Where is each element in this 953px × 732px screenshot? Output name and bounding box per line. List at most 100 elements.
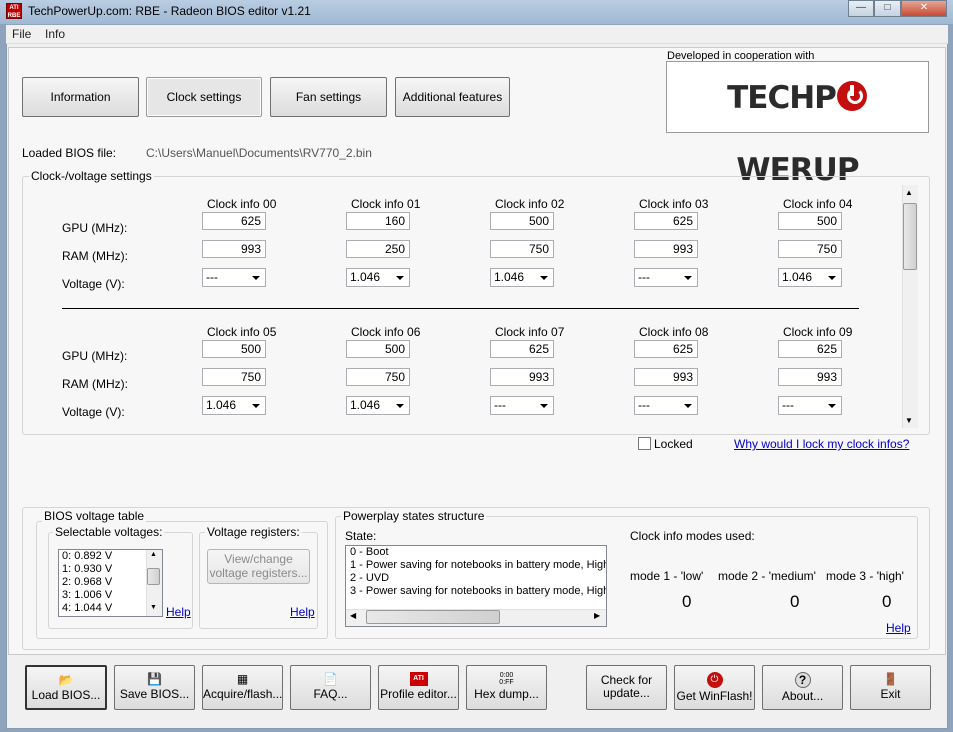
clock-info-header: Clock info 01 bbox=[351, 197, 421, 211]
window-title: TechPowerUp.com: RBE - Radeon BIOS edito… bbox=[28, 4, 311, 18]
scrollbar-thumb[interactable] bbox=[147, 568, 160, 585]
exit-icon: 🚪 bbox=[883, 672, 898, 686]
gpu-clock-input[interactable]: 625 bbox=[202, 212, 266, 230]
mode-medium-value: 0 bbox=[790, 592, 800, 611]
voltage-select[interactable]: 1.046 bbox=[490, 268, 554, 287]
locked-label: Locked bbox=[654, 437, 693, 451]
tab-additional-features[interactable]: Additional features bbox=[395, 77, 510, 117]
logo-text-left: TECHP bbox=[727, 80, 837, 116]
state-item[interactable]: 2 - UVD bbox=[346, 572, 606, 585]
profile-editor-button[interactable]: ATI Profile editor... bbox=[378, 665, 459, 710]
load-bios-label: Load BIOS... bbox=[31, 688, 101, 702]
voltage-registers-label: Voltage registers: bbox=[205, 525, 302, 539]
gpu-clock-input[interactable]: 500 bbox=[490, 212, 554, 230]
voltage-select[interactable]: --- bbox=[202, 268, 266, 287]
ram-label-2: RAM (MHz): bbox=[62, 377, 128, 391]
minimize-button[interactable]: — bbox=[848, 0, 874, 17]
mode-medium-label: mode 2 - 'medium' bbox=[718, 569, 816, 583]
voltage-select[interactable]: --- bbox=[634, 396, 698, 415]
ram-clock-input[interactable]: 993 bbox=[634, 368, 698, 386]
maximize-button[interactable]: □ bbox=[874, 0, 901, 17]
clock-info-header: Clock info 07 bbox=[495, 325, 565, 339]
state-item[interactable]: 3 - Power saving for notebooks in batter… bbox=[346, 585, 606, 598]
gpu-label-2: GPU (MHz): bbox=[62, 349, 128, 363]
voltage-select[interactable]: 1.046 bbox=[346, 396, 410, 415]
ram-clock-input[interactable]: 750 bbox=[346, 368, 410, 386]
voltage-select[interactable]: 1.046 bbox=[202, 396, 266, 415]
chip-icon: ▦ bbox=[236, 672, 249, 686]
voltages-help-link[interactable]: Help bbox=[166, 605, 191, 619]
gpu-clock-input[interactable]: 500 bbox=[202, 340, 266, 358]
tab-clock-settings[interactable]: Clock settings bbox=[146, 77, 262, 117]
voltage-label-2: Voltage (V): bbox=[62, 405, 125, 419]
hex-dump-label: Hex dump... bbox=[474, 687, 539, 701]
voltage-select[interactable]: --- bbox=[778, 396, 842, 415]
ram-clock-input[interactable]: 750 bbox=[778, 240, 842, 258]
scroll-right-icon[interactable]: ▶ bbox=[594, 611, 600, 620]
state-item[interactable]: 1 - Power saving for notebooks in batter… bbox=[346, 559, 606, 572]
gpu-clock-input[interactable]: 625 bbox=[634, 212, 698, 230]
scroll-down-icon[interactable]: ▼ bbox=[905, 416, 913, 425]
tab-fan-settings[interactable]: Fan settings bbox=[270, 77, 387, 117]
voltage-select[interactable]: --- bbox=[634, 268, 698, 287]
ram-clock-input[interactable]: 993 bbox=[490, 368, 554, 386]
tab-information[interactable]: Information bbox=[22, 77, 139, 117]
ram-clock-input[interactable]: 250 bbox=[346, 240, 410, 258]
voltage-select[interactable]: 1.046 bbox=[346, 268, 410, 287]
app-icon: ATI RBE bbox=[6, 3, 22, 19]
ram-clock-input[interactable]: 993 bbox=[778, 368, 842, 386]
hscroll-thumb[interactable] bbox=[366, 610, 500, 624]
scrollbar-thumb[interactable] bbox=[903, 203, 917, 270]
locked-checkbox[interactable] bbox=[638, 437, 651, 450]
clock-info-header: Clock info 08 bbox=[639, 325, 709, 339]
power-icon: ⏻ bbox=[706, 672, 723, 688]
scroll-up-icon[interactable]: ▲ bbox=[905, 188, 913, 197]
mode-low-label: mode 1 - 'low' bbox=[630, 569, 704, 583]
get-winflash-button[interactable]: ⏻ Get WinFlash! bbox=[674, 665, 755, 710]
clock-info-header: Clock info 06 bbox=[351, 325, 421, 339]
clock-info-header: Clock info 03 bbox=[639, 197, 709, 211]
menu-info[interactable]: Info bbox=[45, 27, 65, 41]
gpu-clock-input[interactable]: 500 bbox=[778, 212, 842, 230]
gpu-clock-input[interactable]: 500 bbox=[346, 340, 410, 358]
save-bios-button[interactable]: 💾 Save BIOS... bbox=[114, 665, 195, 710]
gpu-clock-input[interactable]: 625 bbox=[778, 340, 842, 358]
folder-icon: 📂 bbox=[58, 673, 74, 687]
question-icon: ? bbox=[794, 672, 811, 688]
ram-clock-input[interactable]: 993 bbox=[202, 240, 266, 258]
ram-clock-input[interactable]: 750 bbox=[490, 240, 554, 258]
check-update-button[interactable]: Check for update... bbox=[586, 665, 667, 710]
voltage-select[interactable]: 1.046 bbox=[778, 268, 842, 287]
registers-help-link[interactable]: Help bbox=[290, 605, 315, 619]
floppy-icon: 💾 bbox=[147, 672, 162, 686]
ram-clock-input[interactable]: 993 bbox=[634, 240, 698, 258]
acquire-flash-label: Acquire/flash... bbox=[203, 687, 283, 701]
gpu-clock-input[interactable]: 625 bbox=[490, 340, 554, 358]
loaded-bios-label: Loaded BIOS file: bbox=[22, 146, 117, 160]
menu-file[interactable]: File bbox=[12, 27, 31, 41]
clock-info-header: Clock info 05 bbox=[207, 325, 277, 339]
exit-button[interactable]: 🚪 Exit bbox=[850, 665, 931, 710]
ram-clock-input[interactable]: 750 bbox=[202, 368, 266, 386]
lock-info-link[interactable]: Why would I lock my clock infos? bbox=[734, 437, 909, 451]
voltage-select[interactable]: --- bbox=[490, 396, 554, 415]
scroll-up-icon[interactable]: ▲ bbox=[150, 551, 157, 558]
gpu-clock-input[interactable]: 160 bbox=[346, 212, 410, 230]
about-button[interactable]: ? About... bbox=[762, 665, 843, 710]
scroll-down-icon[interactable]: ▼ bbox=[150, 604, 157, 611]
scroll-left-icon[interactable]: ◀ bbox=[350, 611, 356, 620]
block-divider bbox=[62, 308, 859, 309]
hex-icon: 0:00 0:FF bbox=[499, 672, 514, 686]
faq-button[interactable]: 📄 FAQ... bbox=[290, 665, 371, 710]
acquire-flash-button[interactable]: ▦ Acquire/flash... bbox=[202, 665, 283, 710]
loaded-bios-path: C:\Users\Manuel\Documents\RV770_2.bin bbox=[146, 146, 372, 160]
view-voltage-registers-button[interactable]: View/change voltage registers... bbox=[207, 549, 310, 584]
gpu-clock-input[interactable]: 625 bbox=[634, 340, 698, 358]
get-winflash-label: Get WinFlash! bbox=[676, 689, 753, 703]
hex-dump-button[interactable]: 0:00 0:FF Hex dump... bbox=[466, 665, 547, 710]
load-bios-button[interactable]: 📂 Load BIOS... bbox=[25, 665, 107, 710]
close-button[interactable]: ✕ bbox=[901, 0, 947, 17]
power-icon bbox=[836, 81, 867, 111]
state-item[interactable]: 0 - Boot bbox=[346, 546, 606, 559]
powerplay-help-link[interactable]: Help bbox=[886, 621, 911, 635]
